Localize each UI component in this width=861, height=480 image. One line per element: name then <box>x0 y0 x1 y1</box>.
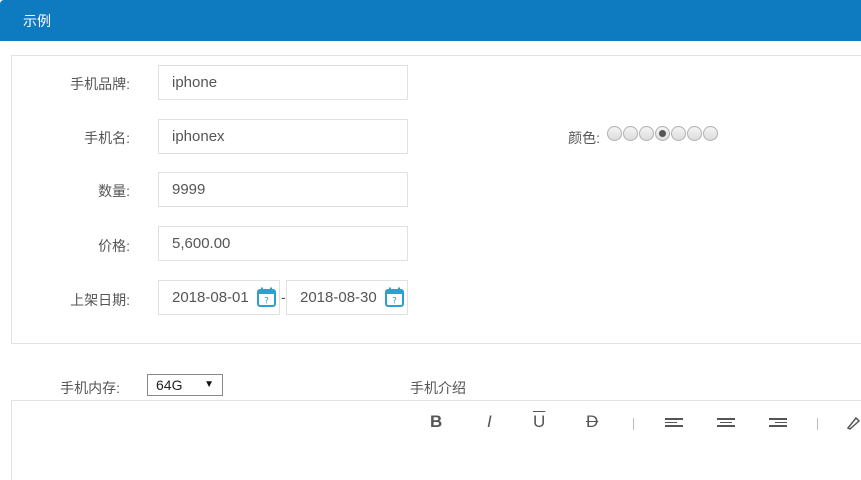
chevron-down-icon: ▼ <box>204 379 214 390</box>
svg-text:?: ? <box>264 297 269 307</box>
toolbar-divider <box>817 418 818 430</box>
color-radio-1[interactable] <box>607 126 622 141</box>
toolbar-divider <box>633 418 634 430</box>
color-radio-group <box>607 126 719 141</box>
calendar-icon[interactable]: ? <box>257 287 276 307</box>
quantity-input[interactable]: 9999 <box>158 172 408 207</box>
brand-label: 手机品牌: <box>70 76 130 92</box>
page-title: 示例 <box>23 13 51 29</box>
brand-input[interactable]: iphone <box>158 65 408 100</box>
calendar-icon[interactable]: ? <box>385 287 404 307</box>
color-radio-6[interactable] <box>687 126 702 141</box>
brush-icon[interactable] <box>845 414 861 430</box>
color-radio-7[interactable] <box>703 126 718 141</box>
align-left-icon[interactable] <box>665 418 683 430</box>
align-center-icon[interactable] <box>717 418 735 430</box>
page-header: 示例 <box>0 0 861 41</box>
color-radio-3[interactable] <box>639 126 654 141</box>
color-radio-4[interactable] <box>655 126 670 141</box>
bold-button[interactable]: B <box>430 412 442 432</box>
form-panel <box>11 55 861 344</box>
italic-button[interactable]: I <box>487 412 492 432</box>
start-date-value: 2018-08-01 <box>172 289 249 306</box>
intro-label: 手机介绍 <box>410 380 466 396</box>
underline-button[interactable]: U <box>533 412 545 432</box>
memory-select-value: 64G <box>156 377 183 393</box>
svg-text:?: ? <box>392 297 397 307</box>
color-label: 颜色: <box>568 130 600 146</box>
align-right-icon[interactable] <box>769 418 787 430</box>
strikethrough-button[interactable]: D <box>586 412 598 432</box>
listing-date-label: 上架日期: <box>70 292 130 308</box>
color-radio-5[interactable] <box>671 126 686 141</box>
color-radio-2[interactable] <box>623 126 638 141</box>
quantity-label: 数量: <box>98 183 130 199</box>
memory-select[interactable]: 64G ▼ <box>147 374 223 396</box>
date-separator: - <box>281 289 286 305</box>
price-input[interactable]: 5,600.00 <box>158 226 408 261</box>
name-label: 手机名: <box>84 130 130 146</box>
memory-label: 手机内存: <box>60 380 120 396</box>
name-input[interactable]: iphonex <box>158 119 408 154</box>
price-label: 价格: <box>98 238 130 254</box>
end-date-value: 2018-08-30 <box>300 289 377 306</box>
